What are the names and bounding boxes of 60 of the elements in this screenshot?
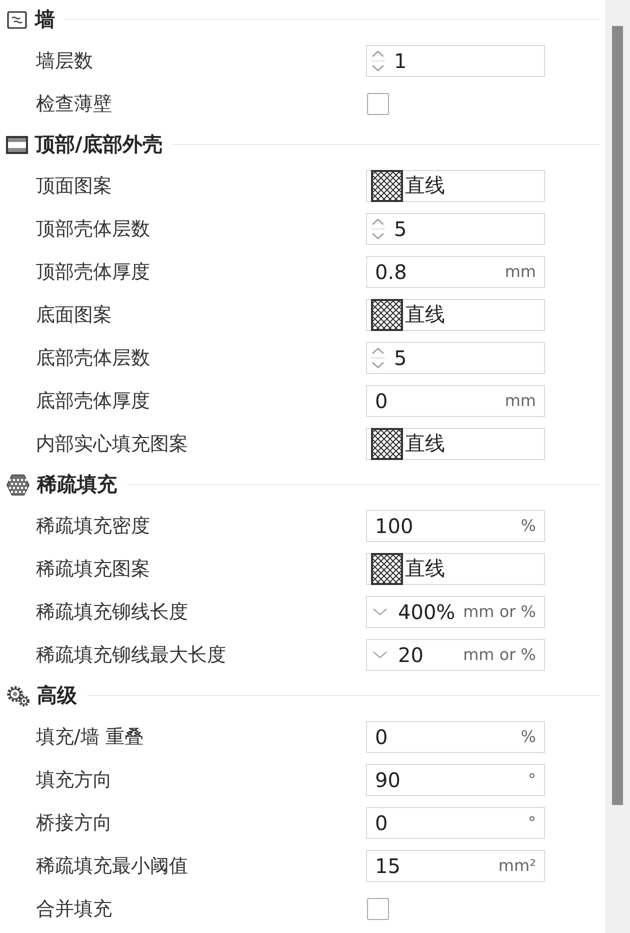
chevron-down-icon[interactable] — [372, 606, 388, 616]
setting-label: 墙层数 — [36, 48, 94, 74]
setting-label: 稀疏填充图案 — [36, 556, 151, 582]
setting-label: 检查薄壁 — [36, 92, 113, 116]
combo-field[interactable]: 400% mm or % — [366, 596, 545, 628]
unit-label: % — [520, 727, 536, 746]
wall-icon — [6, 10, 28, 30]
combo-field[interactable]: 20 mm or % — [366, 638, 545, 670]
unit-label: % — [520, 516, 536, 535]
unit-label: mm or % — [463, 602, 536, 621]
setting-label: 顶面图案 — [36, 174, 113, 198]
setting-label: 填充方向 — [36, 768, 113, 792]
crosshatch-icon — [371, 298, 403, 330]
checkbox[interactable] — [367, 92, 389, 114]
setting-label: 稀疏填充最小阈值 — [36, 854, 189, 878]
pattern-dropdown[interactable]: 直线 — [366, 170, 545, 202]
setting-label: 顶部壳体厚度 — [36, 260, 151, 284]
setting-label: 稀疏填充铆线最大长度 — [36, 642, 227, 668]
unit-label: mm — [504, 262, 536, 281]
input-field[interactable]: 0 mm — [366, 384, 545, 416]
input-field[interactable]: 100 % — [366, 510, 545, 542]
section-title: 墙 — [35, 6, 55, 33]
setting-label: 底面图案 — [36, 302, 113, 328]
gears-icon — [6, 684, 30, 706]
crosshatch-icon — [371, 552, 403, 584]
pattern-dropdown[interactable]: 直线 — [366, 428, 545, 460]
hexagon-grid-icon — [6, 474, 30, 496]
input-field[interactable]: 0.8 mm — [366, 256, 545, 288]
setting-label: 稀疏填充密度 — [36, 514, 151, 538]
unit-label: ° — [528, 813, 536, 832]
pattern-dropdown[interactable]: 直线 — [366, 552, 545, 584]
scrollbar-thumb[interactable] — [612, 26, 623, 805]
section-title: 稀疏填充 — [37, 471, 117, 498]
stepper-field[interactable]: 5 — [366, 212, 545, 244]
chevron-down-icon[interactable] — [372, 650, 388, 660]
stepper-field[interactable]: 5 — [366, 342, 545, 374]
input-field[interactable]: 15 mm² — [366, 850, 545, 882]
setting-label: 内部实心填充图案 — [36, 432, 189, 456]
crosshatch-icon — [371, 170, 403, 202]
unit-label: ° — [528, 770, 536, 789]
layers-icon — [6, 136, 28, 154]
setting-label: 合并填充 — [36, 896, 113, 922]
setting-label: 桥接方向 — [36, 810, 113, 836]
crosshatch-icon — [371, 428, 403, 460]
input-field[interactable]: 90 ° — [366, 764, 545, 796]
section-title: 顶部/底部外壳 — [35, 131, 162, 158]
setting-label: 底部壳体层数 — [36, 346, 151, 370]
unit-label: mm — [504, 391, 536, 410]
setting-label: 稀疏填充铆线长度 — [36, 600, 189, 624]
setting-label: 填充/墙 重叠 — [36, 724, 144, 750]
checkbox[interactable] — [367, 898, 389, 920]
setting-label: 顶部壳体层数 — [36, 216, 151, 242]
unit-label: mm² — [498, 856, 536, 875]
stepper-field[interactable]: 1 — [366, 44, 545, 76]
section-title: 高级 — [37, 682, 77, 709]
unit-label: mm or % — [463, 645, 536, 664]
input-field[interactable]: 0 ° — [366, 806, 545, 838]
input-field[interactable]: 0 % — [366, 720, 545, 752]
pattern-dropdown[interactable]: 直线 — [366, 298, 545, 330]
setting-label: 底部壳体厚度 — [36, 388, 151, 414]
